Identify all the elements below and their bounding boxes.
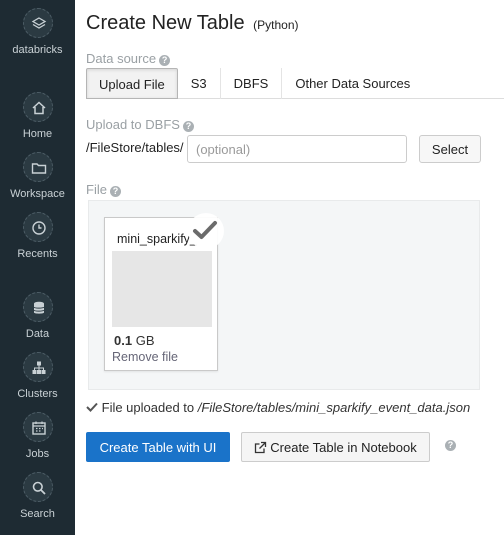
sidebar-item-label: Clusters bbox=[17, 388, 58, 400]
help-icon[interactable]: ? bbox=[182, 121, 194, 132]
tab-upload-file[interactable]: Upload File bbox=[86, 68, 178, 99]
file-size-value: 0.1 bbox=[114, 333, 133, 348]
home-icon bbox=[22, 92, 53, 122]
sidebar-item-label: Home bbox=[22, 128, 53, 140]
select-button[interactable]: Select bbox=[419, 135, 481, 163]
help-icon[interactable]: ? bbox=[445, 440, 456, 451]
tab-other-data-sources[interactable]: Other Data Sources bbox=[282, 68, 423, 99]
sidebar-item-recents[interactable]: Recents bbox=[0, 212, 75, 260]
upload-status: File uploaded to /FileStore/tables/mini_… bbox=[86, 400, 470, 415]
file-thumbnail bbox=[112, 251, 212, 327]
upload-to-dbfs-label: Upload to DBFS? bbox=[86, 117, 194, 132]
sidebar-item-label: Search bbox=[20, 508, 55, 520]
check-icon bbox=[86, 402, 98, 412]
sidebar-item-label: Data bbox=[25, 328, 50, 340]
remove-file-link[interactable]: Remove file bbox=[112, 350, 178, 364]
calendar-icon bbox=[22, 412, 53, 442]
data-source-tabs: Upload File S3 DBFS Other Data Sources bbox=[86, 68, 504, 99]
sidebar-item-clusters[interactable]: Clusters bbox=[0, 352, 75, 400]
sidebar: databricks Home Workspace Recents Data C… bbox=[0, 0, 75, 535]
create-table-notebook-button[interactable]: Create Table in Notebook bbox=[241, 432, 430, 462]
create-table-notebook-label: Create Table in Notebook bbox=[270, 439, 417, 455]
databricks-logo-icon bbox=[22, 8, 53, 38]
help-icon[interactable]: ? bbox=[109, 186, 121, 197]
tab-s3[interactable]: S3 bbox=[178, 68, 221, 99]
tab-dbfs[interactable]: DBFS bbox=[221, 68, 283, 99]
upload-status-path: /FileStore/tables/mini_sparkify_event_da… bbox=[197, 400, 471, 415]
page-title-text: Create New Table bbox=[86, 12, 245, 34]
sidebar-item-search[interactable]: Search bbox=[0, 472, 75, 520]
checkmark-icon bbox=[193, 221, 217, 239]
dbfs-path-prefix: /FileStore/tables/ bbox=[86, 140, 184, 155]
data-source-label-text: Data source bbox=[86, 51, 157, 66]
clock-icon bbox=[22, 212, 53, 242]
search-icon bbox=[22, 472, 53, 502]
dbfs-path-input[interactable] bbox=[187, 135, 407, 163]
sidebar-item-home[interactable]: Home bbox=[0, 92, 75, 140]
create-table-ui-button[interactable]: Create Table with UI bbox=[86, 432, 230, 462]
file-size-unit: GB bbox=[135, 333, 155, 348]
sidebar-brand[interactable]: databricks bbox=[0, 8, 75, 56]
file-label-text: File bbox=[86, 182, 107, 197]
sidebar-item-label: Workspace bbox=[10, 188, 65, 200]
file-label: File? bbox=[86, 182, 121, 197]
data-source-label: Data source? bbox=[86, 51, 171, 66]
clusters-icon bbox=[22, 352, 53, 382]
brand-label: databricks bbox=[12, 44, 63, 56]
folder-icon bbox=[22, 152, 53, 182]
upload-status-prefix: File uploaded to bbox=[101, 400, 195, 415]
external-link-icon bbox=[255, 441, 267, 453]
page-subtitle: (Python) bbox=[253, 18, 299, 32]
sidebar-item-label: Jobs bbox=[25, 448, 50, 460]
upload-complete-badge bbox=[188, 213, 224, 249]
sidebar-item-label: Recents bbox=[17, 248, 58, 260]
file-size: 0.1 GB bbox=[114, 333, 155, 348]
page-title: Create New Table (Python) bbox=[86, 12, 299, 35]
help-icon[interactable]: ? bbox=[159, 55, 171, 66]
sidebar-item-data[interactable]: Data bbox=[0, 292, 75, 340]
sidebar-item-jobs[interactable]: Jobs bbox=[0, 412, 75, 460]
upload-to-dbfs-label-text: Upload to DBFS bbox=[86, 117, 180, 132]
sidebar-item-workspace[interactable]: Workspace bbox=[0, 152, 75, 200]
database-icon bbox=[22, 292, 53, 322]
